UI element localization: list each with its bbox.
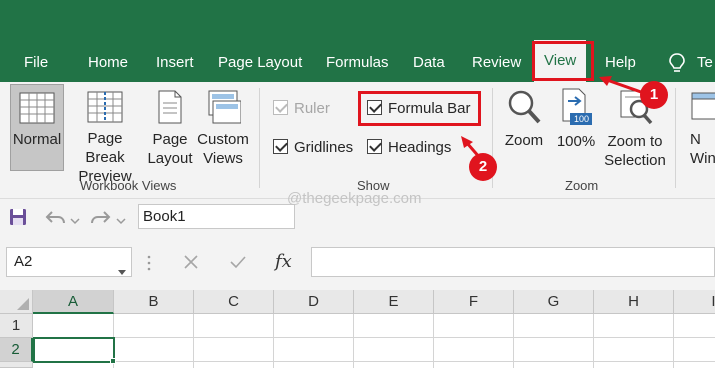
step-2-badge: 2 [469, 153, 497, 181]
annotation-arrows [461, 76, 642, 159]
excel-window: File Home Insert Page Layout Formulas Da… [0, 0, 715, 368]
step-1-badge: 1 [640, 81, 668, 109]
